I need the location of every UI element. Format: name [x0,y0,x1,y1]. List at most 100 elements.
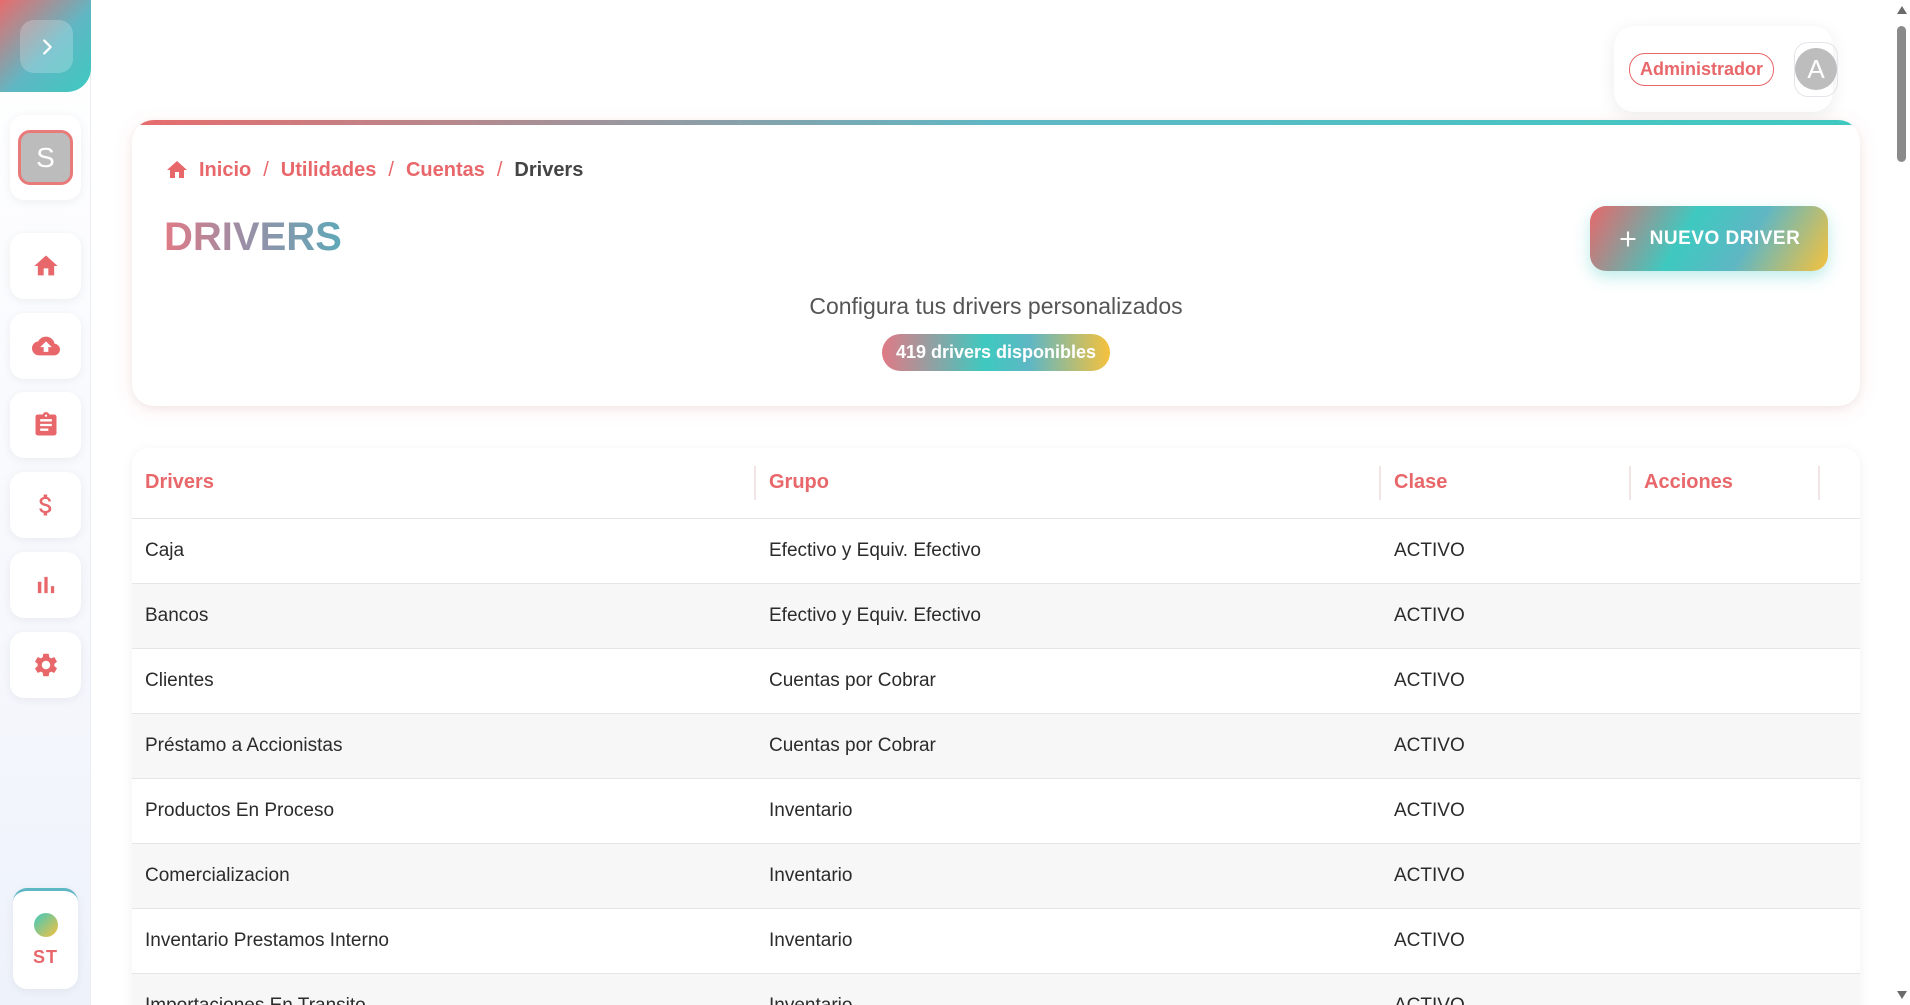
sidebar-item-upload[interactable] [10,313,81,379]
sidebar-header [0,0,91,92]
home-icon [33,255,58,276]
cell-spacer [1820,778,1860,844]
drivers-table: Drivers Grupo Clase Acciones Caja Efectiv… [132,448,1860,1005]
scroll-down-arrow[interactable] [1897,991,1907,999]
cell-driver: Clientes [132,648,756,714]
cloud-upload-icon [31,336,60,356]
sidebar-item-analytics[interactable] [10,552,81,618]
scroll-thumb[interactable] [1897,26,1906,162]
breadcrumb-separator: / [263,158,269,181]
table-row[interactable]: Comercializacion Inventario ACTIVO [132,843,1860,909]
clipboard-icon [35,412,56,436]
cell-driver: Caja [132,518,756,584]
cell-driver: Bancos [132,583,756,649]
drivers-table-card: Drivers Grupo Clase Acciones Caja Efectiv… [132,448,1860,1005]
table-row[interactable]: Productos En Proceso Inventario ACTIVO [132,778,1860,844]
page-subtitle: Configura tus drivers personalizados [809,293,1183,319]
column-header-clase[interactable]: Clase [1381,448,1631,519]
breadcrumb-current: Drivers [514,158,584,181]
cell-spacer [1820,713,1860,779]
cell-spacer [1820,648,1860,714]
cell-clase: ACTIVO [1381,583,1631,649]
cell-clase: ACTIVO [1381,908,1631,974]
new-driver-button[interactable]: NUEVO DRIVER [1590,206,1828,271]
cell-clase: ACTIVO [1381,778,1631,844]
sidebar-item-reports[interactable] [10,392,81,458]
cell-driver: Productos En Proceso [132,778,756,844]
table-body: Caja Efectivo y Equiv. Efectivo ACTIVO Banc… [132,518,1860,1005]
gear-icon [34,653,57,677]
cell-grupo: Inventario [756,843,1381,909]
breadcrumb: Inicio / Utilidades / Cuentas / Drivers [165,158,583,182]
brand-logo-icon [33,912,58,937]
cell-acciones [1631,583,1820,649]
table-row[interactable]: Caja Efectivo y Equiv. Efectivo ACTIVO [132,518,1860,584]
dollar-icon [38,494,51,516]
breadcrumb-item-utilidades[interactable]: Utilidades [281,159,377,182]
cell-spacer [1820,908,1860,974]
column-header-grupo[interactable]: Grupo [756,448,1381,519]
cell-acciones [1631,713,1820,779]
plus-icon [1619,230,1636,247]
page-scrollbar[interactable] [1893,0,1910,1005]
cell-acciones [1631,973,1820,1005]
cell-acciones [1631,778,1820,844]
sidebar-item-home[interactable] [10,233,81,299]
page-header-card: Inicio / Utilidades / Cuentas / Drivers … [132,120,1860,406]
page-title: DRIVERS [164,215,342,259]
table-row[interactable]: Bancos Efectivo y Equiv. Efectivo ACTIVO [132,583,1860,649]
count-badge-wrap: 419 drivers disponibles [132,334,1860,371]
user-avatar: A [1795,48,1838,90]
brand-text: ST [32,946,58,967]
sidebar-user-tile[interactable]: S [10,115,81,200]
cell-clase: ACTIVO [1381,973,1631,1005]
breadcrumb-item-cuentas[interactable]: Cuentas [406,159,485,182]
table-row[interactable]: Clientes Cuentas por Cobrar ACTIVO [132,648,1860,714]
table-header-row: Drivers Grupo Clase Acciones [132,448,1860,519]
breadcrumb-separator: / [388,158,394,181]
sidebar-brand-tile[interactable]: ST [13,888,78,989]
column-header-drivers[interactable]: Drivers [132,448,756,519]
cell-grupo: Inventario [756,778,1381,844]
cell-spacer [1820,518,1860,584]
drivers-count-badge: 419 drivers disponibles [881,334,1111,371]
column-header-acciones: Acciones [1631,448,1820,519]
column-header-spacer [1820,448,1860,519]
breadcrumb-item-inicio[interactable]: Inicio [199,159,251,182]
user-menu[interactable]: Administrador A [1614,26,1839,112]
cell-spacer [1820,973,1860,1005]
new-driver-button-label: NUEVO DRIVER [1649,227,1801,249]
cell-acciones [1631,908,1820,974]
cell-spacer [1820,583,1860,649]
scroll-up-arrow[interactable] [1897,6,1907,14]
home-icon[interactable] [165,158,189,182]
sidebar: S ST [0,0,91,1005]
sidebar-item-settings[interactable] [10,632,81,698]
table-row[interactable]: Inventario Prestamos Interno Inventario AC… [132,908,1860,974]
sidebar-user-avatar: S [18,130,73,185]
chevron-right-icon [42,38,52,55]
cell-grupo: Inventario [756,908,1381,974]
sidebar-item-finance[interactable] [10,472,81,538]
role-badge: Administrador [1629,52,1775,86]
table-row[interactable]: Importaciones En Transito Inventario ACTIV… [132,973,1860,1005]
cell-clase: ACTIVO [1381,713,1631,779]
cell-grupo: Inventario [756,973,1381,1005]
cell-driver: Inventario Prestamos Interno [132,908,756,974]
sidebar-toggle-button[interactable] [20,20,73,73]
bar-chart-icon [37,576,54,594]
cell-clase: ACTIVO [1381,843,1631,909]
breadcrumb-separator: / [496,158,503,181]
cell-clase: ACTIVO [1381,518,1631,584]
cell-grupo: Cuentas por Cobrar [756,648,1381,714]
cell-spacer [1820,843,1860,909]
cell-acciones [1631,843,1820,909]
cell-grupo: Efectivo y Equiv. Efectivo [756,583,1381,649]
cell-driver: Importaciones En Transito [132,973,756,1005]
cell-driver: Comercializacion [132,843,756,909]
user-avatar-button[interactable]: A [1794,41,1839,97]
cell-acciones [1631,648,1820,714]
cell-grupo: Cuentas por Cobrar [756,713,1381,779]
cell-driver: Préstamo a Accionistas [132,713,756,779]
table-row[interactable]: Préstamo a Accionistas Cuentas por Cobrar… [132,713,1860,779]
